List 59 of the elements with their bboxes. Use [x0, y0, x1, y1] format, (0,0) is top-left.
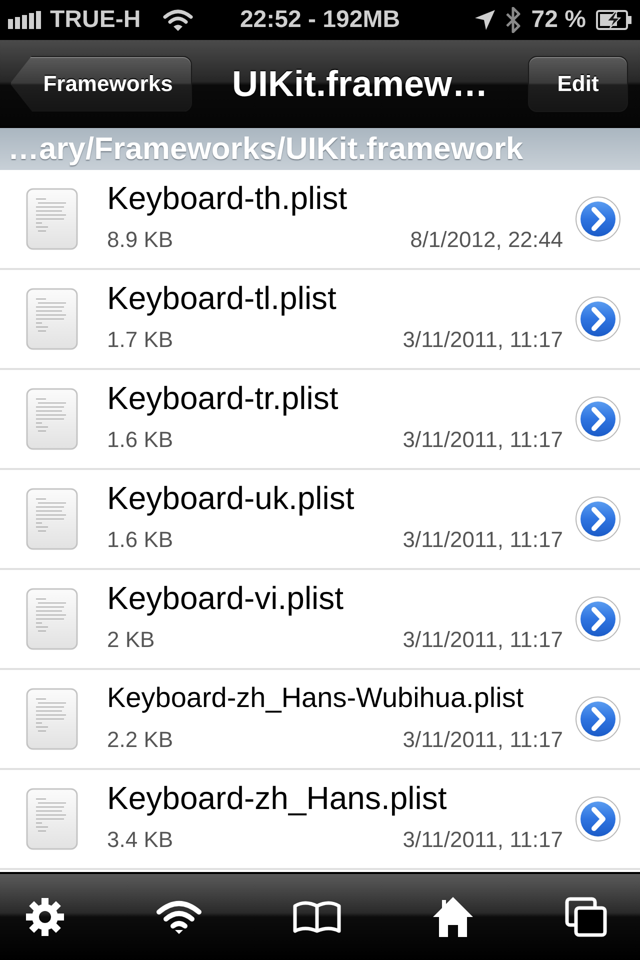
file-date: 3/11/2011, 11:17 [402, 626, 563, 654]
file-row[interactable]: Keyboard-vi.plist 2 KB 3/11/2011, 11:17 [0, 570, 640, 670]
document-icon [26, 188, 78, 250]
home-icon[interactable] [432, 896, 474, 938]
windows-icon[interactable] [565, 897, 607, 937]
file-row[interactable]: Keyboard-uk.plist 1.6 KB 3/11/2011, 11:17 [0, 470, 640, 570]
location-arrow-icon [475, 10, 496, 30]
file-name: Keyboard-zh_Hans-Wubihua.plist [107, 681, 525, 715]
carrier-name: TRUE-H [50, 6, 141, 34]
file-row[interactable]: Keyboard-tr.plist 1.6 KB 3/11/2011, 11:17 [0, 370, 640, 470]
disclosure-chevron-icon[interactable] [575, 796, 621, 842]
file-size: 2.2 KB [107, 726, 174, 754]
nav-title: UIKit.framew… [230, 62, 490, 104]
battery-percent: 72 % [531, 6, 586, 34]
file-date: 3/11/2011, 11:17 [402, 326, 563, 354]
disclosure-chevron-icon[interactable] [575, 196, 621, 242]
status-time: 22:52 - 192MB [238, 6, 402, 34]
disclosure-chevron-icon[interactable] [575, 296, 621, 342]
file-row[interactable]: Keyboard-tl.plist 1.7 KB 3/11/2011, 11:17 [0, 270, 640, 370]
disclosure-chevron-icon[interactable] [575, 496, 621, 542]
file-date: 8/1/2012, 22:44 [410, 226, 563, 254]
bluetooth-icon [505, 7, 522, 33]
file-name: Keyboard-uk.plist [107, 479, 356, 518]
document-icon [26, 388, 78, 450]
edit-button[interactable]: Edit [528, 56, 628, 112]
file-name: Keyboard-th.plist [107, 179, 348, 218]
file-row[interactable]: Keyboard-zh_Hans-Wubihua.plist 2.2 KB 3/11/2011, 11:17 [0, 670, 640, 770]
file-size: 1.6 KB [107, 426, 174, 454]
disclosure-chevron-icon[interactable] [575, 396, 621, 442]
battery-charging-icon [596, 10, 632, 30]
file-size: 3.4 KB [107, 826, 174, 854]
wifi-signal-icon [162, 9, 193, 31]
file-name: Keyboard-tr.plist [107, 379, 340, 418]
document-icon [26, 588, 78, 650]
book-icon[interactable] [293, 900, 341, 934]
file-size: 8.9 KB [107, 226, 174, 254]
file-name: Keyboard-vi.plist [107, 579, 345, 618]
back-button[interactable]: Frameworks [10, 56, 192, 112]
disclosure-chevron-icon[interactable] [575, 596, 621, 642]
document-icon [26, 688, 78, 750]
document-icon [26, 788, 78, 850]
document-icon [26, 488, 78, 550]
signal-bars-icon [8, 11, 44, 29]
file-date: 3/11/2011, 11:17 [402, 426, 563, 454]
path-banner: …ary/Frameworks/UIKit.framework [0, 128, 640, 170]
disclosure-chevron-icon[interactable] [575, 696, 621, 742]
file-name: Keyboard-tl.plist [107, 279, 338, 318]
file-size: 1.6 KB [107, 526, 174, 554]
file-row[interactable]: Keyboard-th.plist 8.9 KB 8/1/2012, 22:44 [0, 170, 640, 270]
settings-icon[interactable] [25, 897, 65, 937]
file-name: Keyboard-zh_Hans.plist [107, 779, 448, 818]
file-size: 1.7 KB [107, 326, 174, 354]
file-date: 3/11/2011, 11:17 [402, 826, 563, 854]
file-date: 3/11/2011, 11:17 [402, 526, 563, 554]
wifi-icon[interactable] [156, 900, 202, 934]
file-date: 3/11/2011, 11:17 [402, 726, 563, 754]
file-size: 2 KB [107, 626, 155, 654]
file-row[interactable]: Keyboard-zh_Hans.plist 3.4 KB 3/11/2011, 11:17 [0, 770, 640, 870]
document-icon [26, 288, 78, 350]
